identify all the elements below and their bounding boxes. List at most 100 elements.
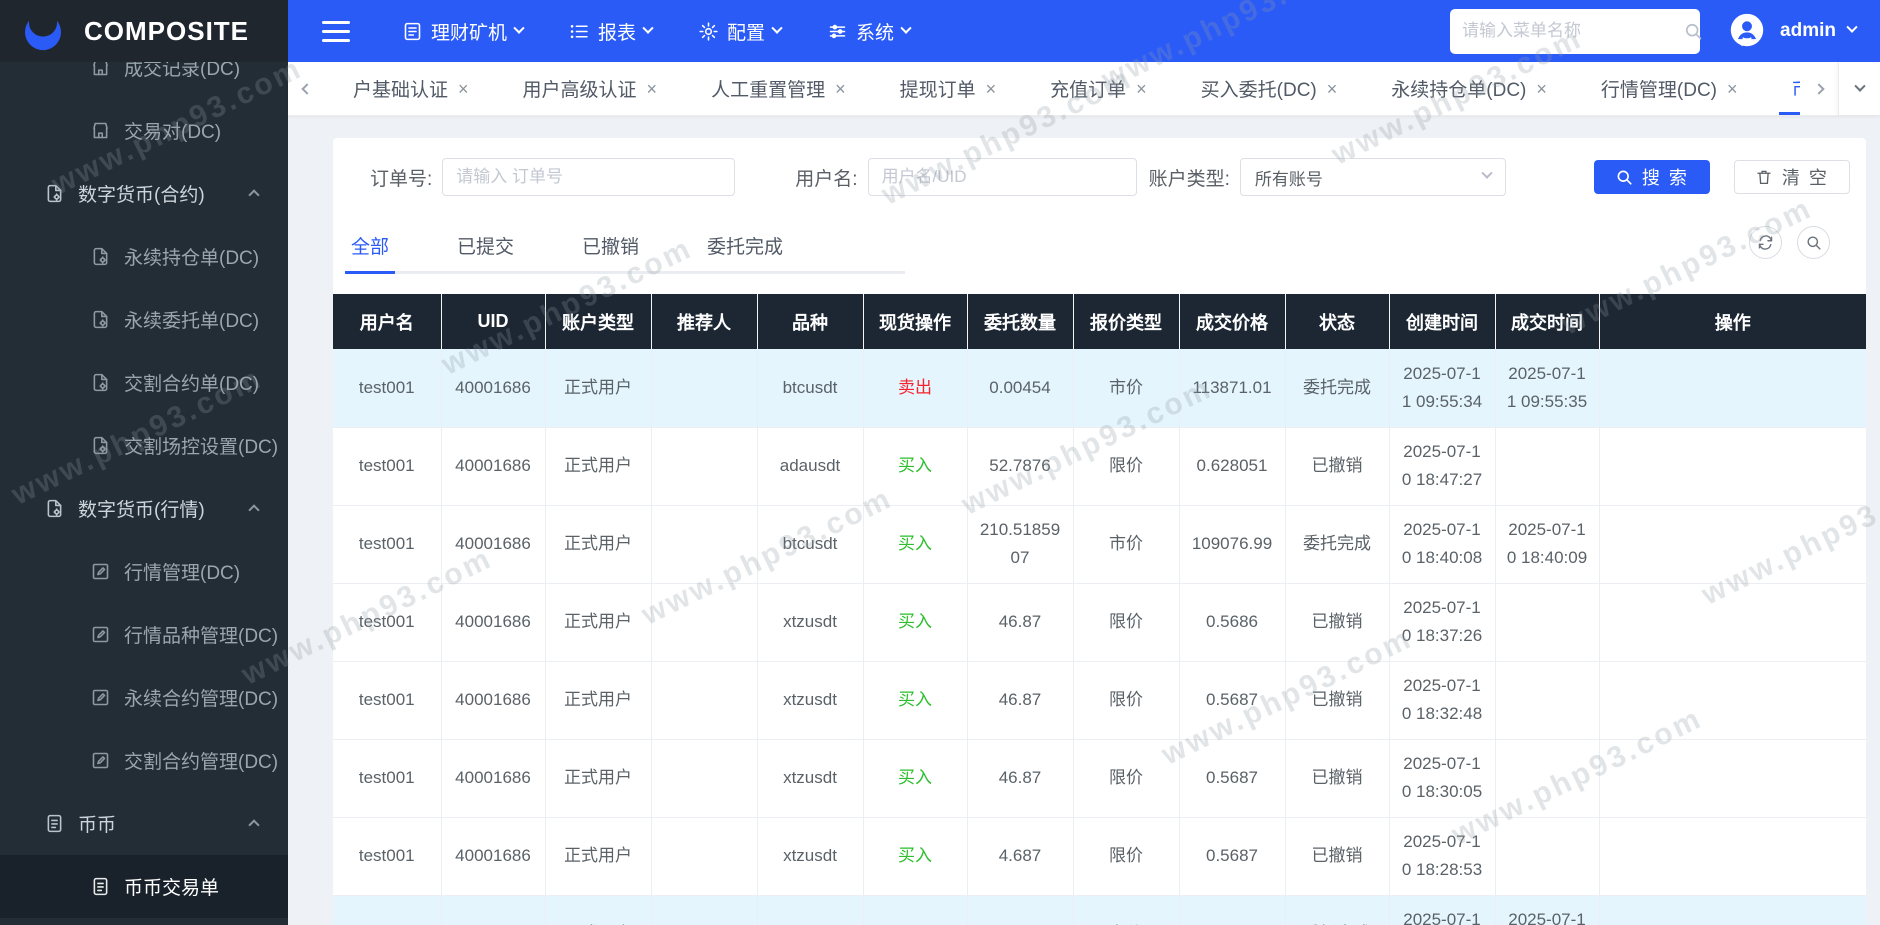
user-name-input[interactable] [867, 158, 1137, 196]
cell-dealt: 2025-07-11 09:55:35 [1495, 349, 1600, 428]
sidebar-item-label: 行情管理(DC) [124, 563, 241, 584]
sidebar-item-1[interactable]: 交易对(DC) [0, 99, 288, 162]
close-icon[interactable]: × [1727, 80, 1738, 98]
search-button[interactable]: 搜 索 [1593, 160, 1710, 194]
chevron-down-icon [513, 22, 525, 34]
tab-8[interactable]: 币币交易单× [1765, 62, 1800, 115]
sidebar-item-0[interactable]: 成交记录(DC) [0, 62, 288, 99]
cell-created: 2025-07-10 18:47:27 [1389, 427, 1496, 506]
status-tab-2[interactable]: 已撤销 [576, 222, 645, 271]
clear-button[interactable]: 清 空 [1733, 160, 1850, 194]
tab-7[interactable]: 行情管理(DC) × [1574, 62, 1765, 115]
cell-qty: 4.687 [967, 817, 1074, 896]
sidebar-item-label: 币币 [78, 815, 117, 836]
sidebar-item-6[interactable]: 交割场控设置(DC) [0, 414, 288, 477]
username[interactable]: admin [1780, 20, 1836, 42]
cell-action [1599, 505, 1866, 584]
status-tab-3[interactable]: 委托完成 [701, 222, 789, 271]
tab-scroll-left-button[interactable] [288, 62, 326, 115]
cell-price_type: 限价 [1073, 427, 1180, 506]
sidebar-item-13[interactable]: 币币交易单 [0, 855, 288, 918]
chevron-up-icon [248, 504, 260, 516]
column-header: 成交时间 [1495, 294, 1600, 349]
tab-actions-dropdown-button[interactable] [1838, 62, 1880, 115]
tab-4[interactable]: 充值订单 × [1023, 62, 1174, 115]
cell-dealt: 2025-07-10 18:40:09 [1495, 505, 1600, 584]
order-no-label: 订单号: [370, 168, 433, 190]
status-tab-0[interactable]: 全部 [345, 222, 396, 274]
close-icon[interactable]: × [458, 80, 469, 98]
tab-5[interactable]: 买入委托(DC) × [1174, 62, 1365, 115]
cell-created: 2025-07-10 18:37:26 [1389, 583, 1496, 662]
column-header: 用户名 [333, 294, 442, 349]
tab-label: 买入委托(DC) [1200, 80, 1317, 101]
sidebar-item-4[interactable]: 永续委托单(DC) [0, 288, 288, 351]
cell-created: 2025-07-10 18:40:08 [1389, 505, 1496, 584]
sidebar-item-7[interactable]: 数字货币(行情) [0, 477, 288, 540]
cell-status: 已撤销 [1285, 427, 1390, 506]
close-icon[interactable]: × [986, 80, 997, 98]
user-avatar[interactable] [1726, 10, 1768, 52]
sidebar-item-8[interactable]: 行情管理(DC) [0, 540, 288, 603]
close-icon[interactable]: × [1536, 80, 1547, 98]
account-type-select[interactable]: 所有账号 [1239, 158, 1506, 196]
cell-type: 正式用户 [545, 661, 652, 740]
order-no-input[interactable] [442, 158, 736, 196]
cell-side: 买入 [863, 583, 968, 662]
main-content: 订单号: 用户名: 账户类型: 所有账号 搜 索 清 空 全部 已提交 [288, 116, 1880, 925]
tab-2[interactable]: 人工重置管理 × [684, 62, 873, 115]
account-type-value: 所有账号 [1254, 169, 1323, 189]
cell-dealt [1495, 661, 1600, 740]
cell-ref [651, 739, 758, 818]
tab-6[interactable]: 永续持仓单(DC) × [1364, 62, 1574, 115]
cell-ref [651, 505, 758, 584]
cell-action [1599, 427, 1866, 506]
sidebar-item-9[interactable]: 行情品种管理(DC) [0, 603, 288, 666]
user-menu-chevron-down-icon[interactable] [1846, 21, 1858, 33]
cell-price: 109076.99 [1179, 505, 1286, 584]
nav-menu-3[interactable]: 系统 [827, 18, 912, 45]
nav-menu-1[interactable]: 报表 [569, 18, 654, 45]
menu-search-input[interactable] [1462, 21, 1684, 41]
column-header: 报价类型 [1073, 294, 1180, 349]
search-icon[interactable] [1683, 21, 1703, 41]
close-icon[interactable]: × [1136, 80, 1147, 98]
sidebar-item-3[interactable]: 永续持仓单(DC) [0, 225, 288, 288]
cell-side: 买入 [863, 505, 968, 584]
sidebar-item-12[interactable]: 币币 [0, 792, 288, 855]
nav-menus: 理财矿机 报表 配置 系统 [402, 18, 912, 45]
brand-logo-icon [25, 8, 61, 51]
system-icon [827, 21, 848, 42]
sidebar-item-10[interactable]: 永续合约管理(DC) [0, 666, 288, 729]
sql-file-icon [90, 309, 111, 330]
table-body: test001 40001686 正式用户 btcusdt 卖出 0.00454 市价 113… [333, 349, 1866, 925]
hamburger-menu-icon[interactable] [322, 20, 350, 42]
table-search-button[interactable] [1797, 226, 1830, 259]
search-icon [1617, 170, 1632, 185]
nav-menu-2[interactable]: 配置 [698, 18, 783, 45]
tab-label: 充值订单 [1050, 80, 1127, 101]
menu-search-box[interactable] [1450, 8, 1703, 54]
tab-3[interactable]: 提现订单 × [873, 62, 1024, 115]
nav-menu-label: 报表 [598, 22, 637, 44]
cell-price_type: 限价 [1073, 739, 1180, 818]
status-tab-1[interactable]: 已提交 [451, 222, 520, 271]
tab-1[interactable]: 用户高级认证 × [496, 62, 685, 115]
column-header: 状态 [1285, 294, 1390, 349]
sidebar-item-11[interactable]: 交割合约管理(DC) [0, 729, 288, 792]
chevron-down-icon [900, 22, 912, 34]
cell-status: 委托完成 [1285, 895, 1390, 925]
sidebar-item-5[interactable]: 交割合约单(DC) [0, 351, 288, 414]
close-icon[interactable]: × [835, 80, 846, 98]
tab-scroll-right-button[interactable] [1800, 62, 1838, 115]
close-icon[interactable]: × [647, 80, 658, 98]
sidebar-item-label: 数字货币(合约) [78, 185, 205, 206]
cell-type: 正式用户 [545, 583, 652, 662]
refresh-button[interactable] [1749, 226, 1782, 259]
nav-menu-0[interactable]: 理财矿机 [402, 18, 525, 45]
cell-side: 卖出 [863, 349, 968, 428]
cell-ref [651, 817, 758, 896]
tab-0[interactable]: 户基础认证 × [326, 62, 496, 115]
sidebar-item-2[interactable]: 数字货币(合约) [0, 162, 288, 225]
close-icon[interactable]: × [1327, 80, 1338, 98]
